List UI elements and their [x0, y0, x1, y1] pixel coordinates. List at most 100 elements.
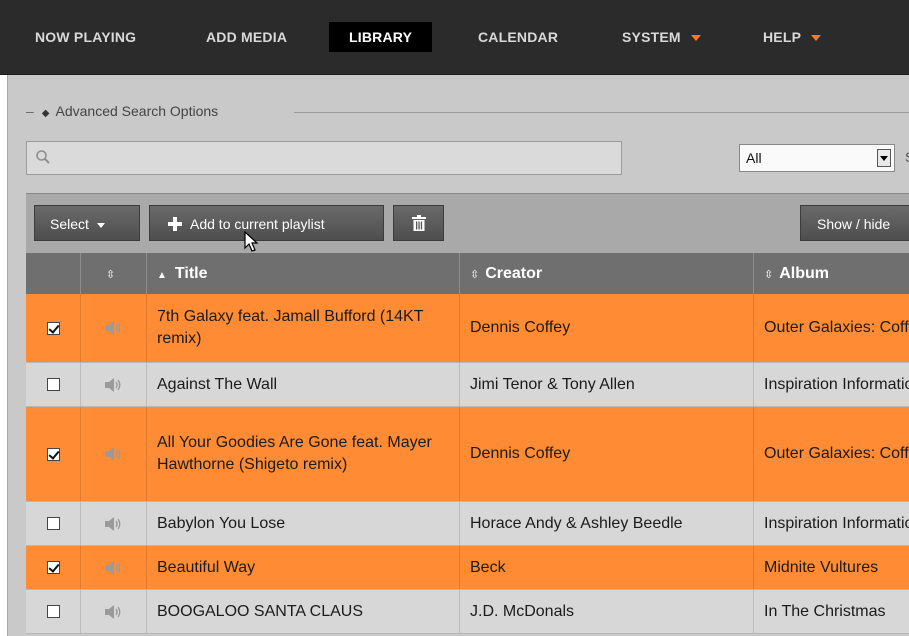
add-to-playlist-button[interactable]: Add to current playlist — [149, 205, 384, 241]
album-cell: Inspiration Information — [754, 502, 909, 545]
speaker-icon[interactable] — [104, 560, 123, 575]
row-checkbox-cell[interactable] — [26, 407, 81, 501]
preview-cell[interactable] — [81, 590, 147, 633]
sort-ascending-icon: ▲ — [157, 270, 167, 281]
mouse-cursor-icon — [244, 231, 259, 252]
header-creator[interactable]: ⇳ Creator — [460, 253, 754, 294]
creator-cell: Jimi Tenor & Tony Allen — [460, 363, 754, 406]
track-creator: Beck — [470, 558, 506, 576]
speaker-icon[interactable] — [104, 377, 123, 392]
preview-cell[interactable] — [81, 546, 147, 589]
nav-item-library[interactable]: LIBRARY — [329, 22, 433, 52]
track-album: Outer Galaxies: Coffey Re-Worked — [764, 445, 909, 462]
album-cell: Outer Galaxies: Coffey Re-Worked — [754, 407, 909, 501]
track-creator: Horace Andy & Ashley Beedle — [470, 514, 683, 532]
album-cell: Inspiration Information — [754, 363, 909, 406]
dropdown-caret-icon — [690, 35, 701, 42]
dropdown-caret-icon — [811, 35, 822, 42]
row-checkbox[interactable] — [46, 447, 60, 461]
table-row[interactable]: Beautiful Way Beck Midnite Vultures — [26, 546, 909, 590]
table-row[interactable]: Babylon You Lose Horace Andy & Ashley Be… — [26, 502, 909, 546]
creator-cell: Dennis Coffey — [460, 294, 754, 362]
creator-cell: Beck — [460, 546, 754, 589]
track-title: Babylon You Lose — [157, 514, 286, 532]
nav-item-help[interactable]: HELP — [763, 14, 822, 60]
speaker-icon[interactable] — [104, 321, 123, 335]
advanced-search-label: Advanced Search Options — [55, 103, 219, 119]
album-cell: In The Christmas — [754, 590, 909, 633]
preview-cell[interactable] — [81, 407, 147, 501]
show-hide-columns-button[interactable]: Show / hide — [800, 205, 909, 241]
library-panel: –◆ Advanced Search Options All S Select A… — [7, 75, 909, 636]
nav-label: CALENDAR — [478, 29, 559, 45]
preview-cell[interactable] — [81, 294, 147, 362]
library-toolbar: Select Add to current playlist Show / hi… — [26, 193, 909, 254]
filter-trailing-text: S — [905, 149, 909, 165]
title-cell: All Your Goodies Are Gone feat. Mayer Ha… — [147, 407, 460, 501]
show-hide-label: Show / hide — [817, 216, 891, 232]
delete-button[interactable] — [393, 205, 444, 241]
advanced-search-toggle[interactable]: – ◆ Advanced Search Options — [26, 103, 218, 119]
track-creator: Dennis Coffey — [470, 445, 571, 462]
fieldset-divider — [294, 112, 909, 113]
sort-icon: ⇳ — [764, 269, 774, 281]
track-title: 7th Galaxy feat. Jamall Bufford (14KT re… — [157, 308, 424, 347]
chevron-down-icon — [96, 222, 105, 228]
sort-icon: ⇳ — [470, 269, 480, 281]
nav-label: ADD MEDIA — [206, 29, 288, 45]
select-arrow-icon[interactable] — [877, 149, 891, 167]
track-title: BOOGALOO SANTA CLAUS — [157, 602, 363, 620]
nav-item-add-media[interactable]: ADD MEDIA — [206, 14, 287, 60]
speaker-icon[interactable] — [104, 604, 123, 619]
filter-select[interactable]: All — [739, 144, 895, 172]
table-row[interactable]: BOOGALOO SANTA CLAUS J.D. McDonals In Th… — [26, 590, 909, 634]
speaker-icon[interactable] — [104, 447, 123, 461]
table-header: ⇳ ▲ Title ⇳ Creator ⇳ Album — [26, 253, 909, 294]
header-album[interactable]: ⇳ Album — [754, 253, 909, 294]
title-cell: 7th Galaxy feat. Jamall Bufford (14KT re… — [147, 294, 460, 362]
row-checkbox-cell[interactable] — [26, 590, 81, 633]
nav-label: NOW PLAYING — [35, 29, 137, 45]
track-table-body: 7th Galaxy feat. Jamall Bufford (14KT re… — [26, 294, 909, 634]
row-checkbox-cell[interactable] — [26, 502, 81, 545]
filter-selected-value: All — [746, 150, 762, 166]
trash-icon — [412, 215, 426, 231]
row-checkbox[interactable] — [46, 321, 60, 335]
preview-cell[interactable] — [81, 502, 147, 545]
row-checkbox-cell[interactable] — [26, 546, 81, 589]
track-creator: Jimi Tenor & Tony Allen — [470, 375, 635, 393]
add-button-label: Add to current playlist — [190, 216, 325, 232]
speaker-icon[interactable] — [104, 516, 123, 531]
row-checkbox[interactable] — [46, 605, 60, 618]
row-checkbox-cell[interactable] — [26, 363, 81, 406]
row-checkbox[interactable] — [46, 517, 60, 530]
select-button-label: Select — [50, 216, 89, 232]
header-album-label: Album — [779, 265, 829, 282]
select-dropdown-button[interactable]: Select — [34, 205, 140, 241]
track-album: Inspiration Information — [764, 514, 909, 532]
preview-cell[interactable] — [81, 363, 147, 406]
app-window: NOW PLAYING ADD MEDIA LIBRARY CALENDAR S… — [0, 0, 909, 636]
title-cell: Babylon You Lose — [147, 502, 460, 545]
search-icon — [36, 150, 50, 164]
header-title[interactable]: ▲ Title — [147, 253, 460, 294]
track-creator: Dennis Coffey — [470, 319, 571, 336]
table-row[interactable]: Against The Wall Jimi Tenor & Tony Allen… — [26, 363, 909, 407]
header-title-label: Title — [174, 265, 208, 282]
nav-item-calendar[interactable]: CALENDAR — [478, 14, 558, 60]
search-input[interactable] — [26, 141, 622, 175]
nav-item-now-playing[interactable]: NOW PLAYING — [35, 14, 136, 60]
nav-item-system[interactable]: SYSTEM — [622, 14, 701, 60]
row-checkbox-cell[interactable] — [26, 294, 81, 362]
nav-label: LIBRARY — [349, 29, 413, 45]
creator-cell: J.D. McDonals — [460, 590, 754, 633]
table-row[interactable]: All Your Goodies Are Gone feat. Mayer Ha… — [26, 407, 909, 502]
row-checkbox[interactable] — [46, 378, 60, 391]
row-checkbox[interactable] — [46, 561, 60, 574]
header-creator-label: Creator — [485, 265, 543, 282]
header-play-col[interactable]: ⇳ — [81, 253, 147, 294]
table-row[interactable]: 7th Galaxy feat. Jamall Bufford (14KT re… — [26, 294, 909, 363]
title-cell: Beautiful Way — [147, 546, 460, 589]
top-navigation: NOW PLAYING ADD MEDIA LIBRARY CALENDAR S… — [0, 0, 909, 75]
header-checkbox-col — [26, 253, 81, 294]
